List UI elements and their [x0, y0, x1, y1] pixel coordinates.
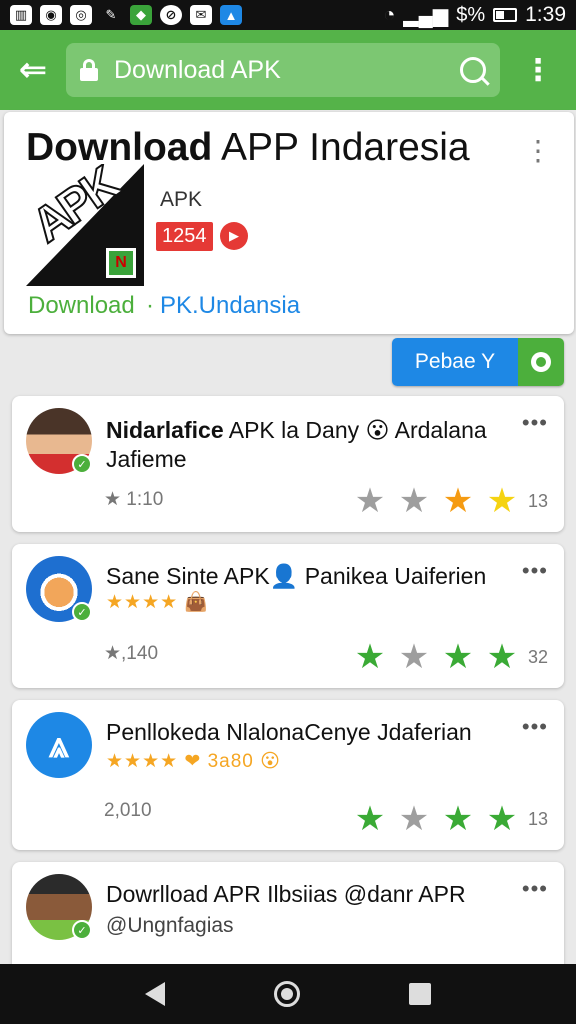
star-rating[interactable]: ★ ★ ★ ★ 13 — [348, 802, 548, 836]
clock: 1:39 — [525, 3, 566, 26]
notification-icons: ▥ ◉ ◎ ✎ ◆ ⊘ ✉ ▲ — [10, 5, 242, 25]
star-icon[interactable]: ★ — [480, 802, 524, 836]
rating-count: 13 — [527, 808, 548, 829]
star-icon[interactable]: ★ — [436, 802, 480, 836]
apk-logo: APK N — [26, 164, 144, 286]
search-bar[interactable]: Download APK — [66, 43, 500, 97]
card-menu-icon[interactable]: ⋮ — [524, 134, 552, 167]
star-icon[interactable]: ★ — [392, 640, 436, 674]
item-meta: ★,140 — [104, 643, 159, 664]
item-meta: ★ 1:10 — [104, 489, 164, 510]
item-menu-icon[interactable]: ••• — [522, 410, 548, 436]
star-icon[interactable]: ★ — [348, 802, 392, 836]
star-icon[interactable]: ★ — [436, 640, 480, 674]
list-item[interactable]: ⩓ Penllokeda NlalonaCenye Jdaferian ★★★★… — [12, 700, 564, 850]
play-icon[interactable]: ▶ — [220, 222, 248, 250]
item-menu-icon[interactable]: ••• — [522, 558, 548, 584]
item-title: Penllokeda NlalonaCenye Jdaferian — [106, 719, 472, 745]
star-rating[interactable]: ★ ★ ★ ★ 13 — [348, 484, 548, 518]
shield-icon: ◆ — [130, 5, 152, 25]
logo-badge-icon: N — [106, 248, 136, 278]
back-arrow-icon[interactable]: ⇐ — [0, 30, 66, 110]
mini-stars: ★★★★ 👜 — [106, 592, 210, 613]
notification-icon: ▥ — [10, 5, 32, 25]
signal-icon: ▂▄▆ — [403, 4, 449, 27]
whatsapp-icon: ◎ — [70, 5, 92, 25]
verified-icon: ✓ — [72, 920, 92, 940]
star-icon[interactable]: ★ — [348, 640, 392, 674]
battery-icon — [493, 8, 518, 22]
verified-icon: ✓ — [72, 602, 92, 622]
separator: · — [146, 292, 154, 319]
app-toolbar: ⇐ Download APK ⋮ — [0, 30, 576, 110]
star-icon[interactable]: ★ — [480, 640, 524, 674]
rating-count: 32 — [527, 646, 548, 667]
count-badge: 1254 — [156, 222, 213, 251]
app-header-card: Download APP Indaresia ⋮ APK N APK 1254 … — [4, 112, 574, 334]
star-icon[interactable]: ★ — [436, 484, 480, 518]
action-button[interactable]: Pebae Y — [392, 338, 564, 386]
overflow-menu-icon[interactable]: ⋮ — [500, 53, 576, 88]
app-logo-icon: ⩓ — [26, 712, 92, 778]
nav-home-icon[interactable] — [273, 981, 300, 1007]
item-title: Sane Sinte APK👤 Panikea Uaiferien — [106, 563, 487, 589]
system-nav-bar — [0, 964, 576, 1024]
pen-icon: ✎ — [105, 7, 117, 22]
globe-icon — [531, 352, 551, 372]
search-text: Download APK — [114, 55, 281, 84]
search-icon[interactable] — [460, 57, 486, 83]
item-menu-icon[interactable]: ••• — [522, 876, 548, 902]
star-icon[interactable]: ★ — [392, 802, 436, 836]
nav-back-icon[interactable] — [144, 982, 165, 1006]
browser-icon: ⊘ — [160, 5, 182, 25]
mini-stars: ★★★★ ❤ 3a80 😮 — [106, 751, 281, 772]
list-item[interactable]: ✓ Nidarlafice APK la Dany 😮 Ardalana Jaf… — [12, 396, 564, 532]
item-meta: 2,010 — [104, 800, 152, 821]
list-item[interactable]: ✓ Sane Sinte APK👤 Panikea Uaiferien ★★★★… — [12, 544, 564, 688]
star-rating[interactable]: ★ ★ ★ ★ 32 — [348, 640, 548, 674]
apk-label: APK — [160, 188, 203, 211]
star-icon[interactable]: ★ — [480, 484, 524, 518]
action-button-label: Pebae Y — [392, 338, 518, 386]
item-subtitle: @Ungnfagias — [106, 914, 234, 937]
item-title: Dowrlload APR Ilbsiias @danr APR — [106, 881, 466, 907]
globe-icon-button[interactable] — [518, 338, 564, 386]
status-bar: ▥ ◉ ◎ ✎ ◆ ⊘ ✉ ▲ ◔ ▂▄▆ $% 1:39 — [0, 0, 576, 30]
download-link[interactable]: Download — [28, 292, 135, 320]
star-icon[interactable]: ★ — [392, 484, 436, 518]
status-text: $% — [456, 3, 486, 26]
source-link[interactable]: PK.Undansia — [160, 292, 300, 320]
item-menu-icon[interactable]: ••• — [522, 714, 548, 740]
lock-icon — [80, 59, 98, 81]
mail-icon: ✉ — [190, 5, 212, 25]
nav-recents-icon[interactable] — [409, 983, 432, 1005]
star-icon[interactable]: ★ — [348, 484, 392, 518]
item-title: Nidarlafice APK la Dany 😮 Ardalana Jafie… — [106, 417, 487, 472]
verified-icon: ✓ — [72, 454, 92, 474]
wifi-icon: ◔ — [383, 3, 396, 26]
app-icon: ▲ — [220, 5, 242, 25]
camera-icon: ◉ — [40, 5, 62, 25]
rating-count: 13 — [527, 490, 548, 511]
